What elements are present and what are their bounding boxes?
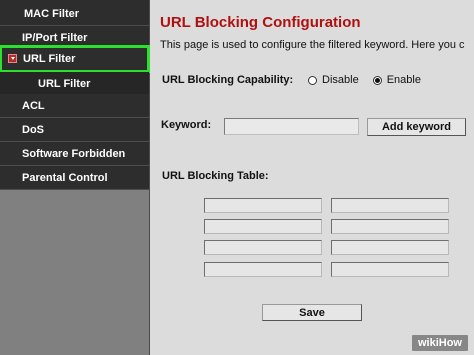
sidebar-item-label: MAC Filter — [24, 7, 79, 20]
table-cell[interactable] — [331, 262, 449, 277]
table-cell[interactable] — [204, 240, 322, 255]
sidebar-item-acl[interactable]: ACL — [0, 94, 149, 118]
wikihow-watermark: wiki How — [411, 335, 468, 351]
table-cell[interactable] — [331, 198, 449, 213]
sidebar-item-label: URL Filter — [23, 52, 76, 65]
capability-label: URL Blocking Capability: — [162, 74, 294, 86]
sidebar-item-software-forbidden[interactable]: Software Forbidden — [0, 142, 149, 166]
expand-arrow-icon — [8, 54, 17, 63]
keyword-input[interactable] — [224, 118, 359, 135]
capability-radio-group: Disable Enable — [308, 74, 435, 86]
table-cell[interactable] — [204, 198, 322, 213]
save-button[interactable]: Save — [262, 304, 362, 321]
radio-circle-icon[interactable] — [308, 75, 317, 85]
table-cell[interactable] — [331, 240, 449, 255]
table-cell[interactable] — [204, 219, 322, 234]
sidebar-item-parental-control[interactable]: Parental Control — [0, 166, 149, 190]
table-cell[interactable] — [331, 219, 449, 234]
sidebar: MAC Filter IP/Port Filter URL Filter URL… — [0, 0, 150, 355]
sidebar-subitem-url-filter[interactable]: URL Filter — [0, 72, 149, 96]
radio-selected-icon[interactable] — [372, 75, 382, 85]
enable-radio[interactable]: Enable — [372, 74, 421, 86]
sidebar-item-dos[interactable]: DoS — [0, 118, 149, 142]
page-description: This page is used to configure the filte… — [160, 39, 465, 51]
sidebar-item-label: ACL — [22, 99, 45, 112]
radio-label: Disable — [322, 74, 359, 86]
add-keyword-button[interactable]: Add keyword — [367, 118, 466, 136]
page-title: URL Blocking Configuration — [160, 14, 361, 31]
sidebar-item-label: URL Filter — [38, 77, 91, 90]
sidebar-item-label: Parental Control — [22, 171, 108, 184]
sidebar-item-url-filter[interactable]: URL Filter — [0, 45, 150, 73]
sidebar-item-label: DoS — [22, 123, 44, 136]
disable-radio[interactable]: Disable — [308, 74, 359, 86]
keyword-label: Keyword: — [161, 119, 212, 131]
sidebar-empty-area — [0, 190, 149, 355]
sidebar-item-label: IP/Port Filter — [22, 31, 88, 44]
table-label: URL Blocking Table: — [162, 170, 269, 182]
table-cell[interactable] — [204, 262, 322, 277]
sidebar-item-mac-filter[interactable]: MAC Filter — [0, 2, 149, 26]
main-content: URL Blocking Configuration This page is … — [150, 0, 474, 355]
radio-label: Enable — [386, 74, 421, 86]
sidebar-item-label: Software Forbidden — [22, 147, 126, 160]
